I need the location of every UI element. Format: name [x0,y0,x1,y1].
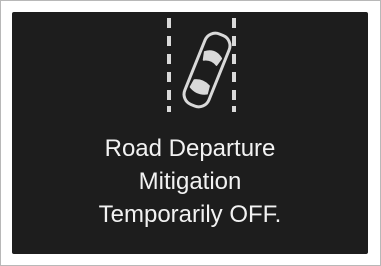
warning-message: Road Departure Mitigation Temporarily OF… [12,132,368,231]
warning-line-2: Mitigation [138,168,242,195]
car-outline [182,31,232,109]
warning-line-1: Road Departure [104,135,276,162]
left-lane-line [167,18,171,112]
figure-frame: Road Departure Mitigation Temporarily OF… [0,0,381,266]
right-lane-line [232,18,236,112]
mid-display-screen: Road Departure Mitigation Temporarily OF… [12,12,368,254]
road-departure-car-icon [167,18,236,112]
warning-line-3: Temporarily OFF. [98,201,282,228]
